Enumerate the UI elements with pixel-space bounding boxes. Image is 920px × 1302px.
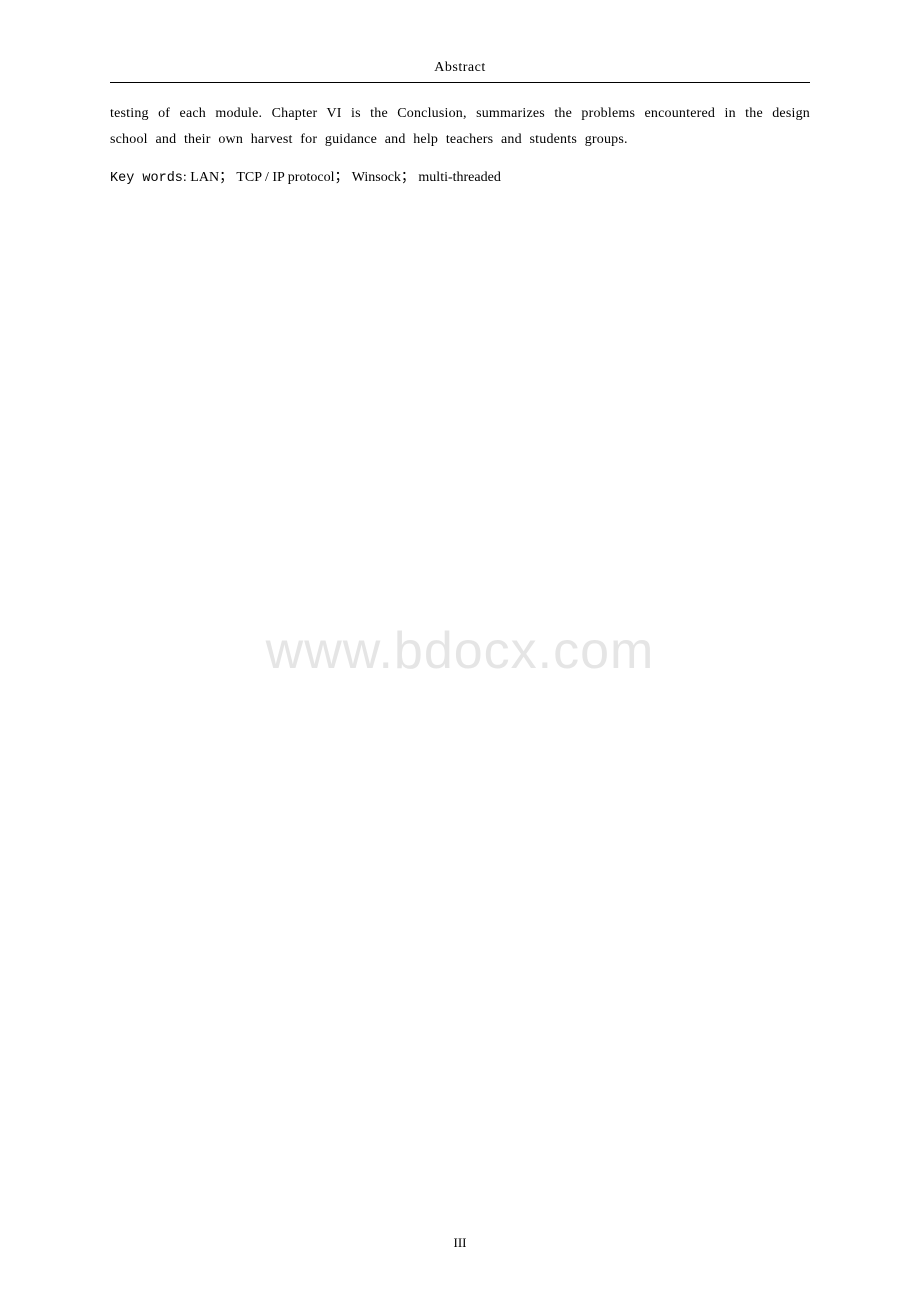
keywords-label: Key words [110,171,183,186]
page-footer: III [0,1234,920,1252]
header-divider [110,82,810,83]
page-number: III [454,1235,467,1250]
header-title: Abstract [434,60,485,76]
keywords-line: Key words: LAN； TCP / IP protocol； Winso… [110,165,810,192]
body-paragraph: testing of each module. Chapter VI is th… [110,101,810,153]
keywords-content: : LAN； TCP / IP protocol； Winsock； multi… [183,170,501,185]
page-header: Abstract [110,60,810,83]
watermark: www.bdocx.com [266,621,655,681]
document-page: Abstract testing of each module. Chapter… [0,0,920,1302]
